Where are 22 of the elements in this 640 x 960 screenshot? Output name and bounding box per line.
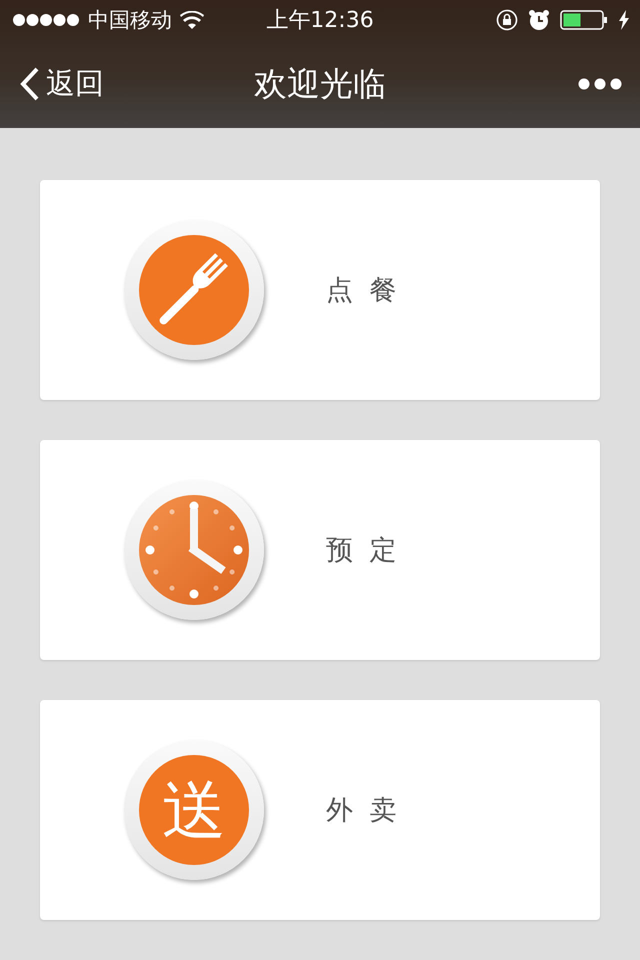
menu-label: 点 餐 xyxy=(326,274,401,308)
delivery-icon: 送 xyxy=(139,755,249,865)
menu-label: 外 卖 xyxy=(326,794,401,828)
back-button[interactable]: 返回 xyxy=(20,64,104,104)
carrier-name: 中国移动 xyxy=(88,7,172,34)
wifi-icon xyxy=(180,11,204,29)
clock-icon xyxy=(139,495,249,605)
signal-icon xyxy=(12,13,80,27)
status-time: 上午12:36 xyxy=(266,7,374,35)
page-title: 欢迎光临 xyxy=(254,62,386,104)
more-button[interactable] xyxy=(578,78,622,90)
rotation-lock-icon xyxy=(496,9,518,31)
menu-card[interactable]: 预 定 xyxy=(40,440,600,660)
charging-icon xyxy=(618,10,630,30)
menu-card[interactable]: 送 外 卖 xyxy=(40,700,600,920)
alarm-icon xyxy=(528,9,550,31)
menu-card[interactable]: 点 餐 xyxy=(40,180,600,400)
menu-label: 预 定 xyxy=(326,534,401,568)
more-icon xyxy=(578,78,622,90)
fork-icon xyxy=(139,235,249,345)
battery-icon xyxy=(560,10,608,30)
chevron-left-icon xyxy=(20,67,40,101)
